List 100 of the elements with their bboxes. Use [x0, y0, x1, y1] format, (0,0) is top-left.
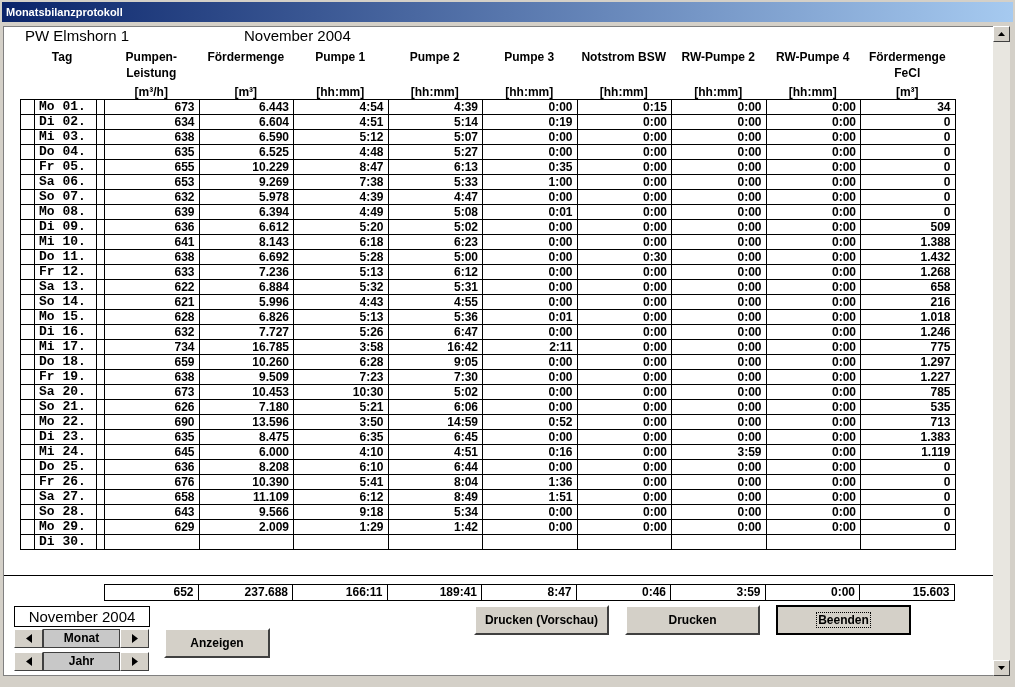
table-cell: 10.229 — [199, 160, 294, 175]
table-cell: 9:05 — [388, 355, 483, 370]
table-cell: 1.268 — [861, 265, 956, 280]
table-cell: 7:23 — [294, 370, 389, 385]
table-cell: 5:31 — [388, 280, 483, 295]
table-cell: 7.180 — [199, 400, 294, 415]
table-cell: 0:00 — [672, 175, 767, 190]
table-cell: 0:00 — [483, 370, 578, 385]
table-cell: 0:00 — [766, 145, 861, 160]
table-cell: 0 — [861, 175, 956, 190]
table-cell: 5.978 — [199, 190, 294, 205]
table-cell: 5:12 — [294, 130, 389, 145]
table-cell: 7.236 — [199, 265, 294, 280]
table-cell: 0:00 — [483, 130, 578, 145]
table-cell: 0:00 — [483, 385, 578, 400]
table-cell: 0:00 — [672, 460, 767, 475]
table-cell: 8.208 — [199, 460, 294, 475]
table-cell: 0:00 — [766, 265, 861, 280]
action-button[interactable]: Anzeigen — [164, 628, 270, 658]
table-cell: 0 — [861, 205, 956, 220]
table-cell: 8:49 — [388, 490, 483, 505]
table-cell: 632 — [105, 190, 200, 205]
table-cell: 3:59 — [672, 445, 767, 460]
table-cell: 5:27 — [388, 145, 483, 160]
table-cell: 0:00 — [577, 220, 672, 235]
table-cell: 5:02 — [388, 220, 483, 235]
table-cell: 6.692 — [199, 250, 294, 265]
scroll-down-button[interactable] — [993, 660, 1010, 676]
table-cell: 7:38 — [294, 175, 389, 190]
table-cell: 4:43 — [294, 295, 389, 310]
table-cell: 0:00 — [766, 250, 861, 265]
table-cell: 0:00 — [577, 115, 672, 130]
table-cell: 0:00 — [483, 505, 578, 520]
table-cell: 633 — [105, 265, 200, 280]
day-cell: Mo 29. — [35, 520, 97, 535]
scroll-up-button[interactable] — [993, 26, 1010, 42]
table-cell: 9.566 — [199, 505, 294, 520]
day-cell: Fr 19. — [35, 370, 97, 385]
action-button[interactable]: Drucken — [625, 605, 760, 635]
table-cell: 8:47 — [294, 160, 389, 175]
column-unit: [hh:mm] — [694, 85, 743, 99]
table-cell: 1:00 — [483, 175, 578, 190]
total-cell: 0:46 — [576, 584, 671, 601]
table-cell: 643 — [105, 505, 200, 520]
vertical-scrollbar[interactable] — [993, 26, 1010, 676]
table-cell: 0:00 — [766, 220, 861, 235]
action-button[interactable]: Beenden — [776, 605, 911, 635]
table-cell: 0:00 — [672, 415, 767, 430]
column-header: Notstrom BSW — [581, 49, 667, 65]
table-cell: 1:51 — [483, 490, 578, 505]
table-cell: 6.443 — [199, 100, 294, 115]
table-cell: 535 — [861, 400, 956, 415]
table-cell: 0:30 — [577, 250, 672, 265]
previous-year-button[interactable] — [14, 652, 43, 671]
month-label: Monat — [43, 629, 120, 648]
next-year-button[interactable] — [120, 652, 149, 671]
table-cell: 0:00 — [672, 190, 767, 205]
table-cell: 0:00 — [766, 460, 861, 475]
table-cell: 6:44 — [388, 460, 483, 475]
table-cell: 8.475 — [199, 430, 294, 445]
station-name: PW Elmshorn 1 — [25, 27, 131, 45]
table-cell: 0:00 — [577, 280, 672, 295]
table-cell: 6.884 — [199, 280, 294, 295]
column-unit: [hh:mm] — [505, 85, 554, 99]
table-cell: 638 — [105, 370, 200, 385]
table-cell: 7:30 — [388, 370, 483, 385]
next-month-button[interactable] — [120, 629, 149, 648]
day-cell: Fr 12. — [35, 265, 97, 280]
table-cell: 0:00 — [766, 520, 861, 535]
column-header: Fördermenge — [207, 49, 285, 65]
table-cell: 4:10 — [294, 445, 389, 460]
table-cell: 0:00 — [672, 115, 767, 130]
table-cell: 0:00 — [483, 235, 578, 250]
table-cell: 0:15 — [577, 100, 672, 115]
table-cell: 621 — [105, 295, 200, 310]
total-cell: 237.688 — [198, 584, 293, 601]
day-cell: Mi 17. — [35, 340, 97, 355]
table-cell: 9.269 — [199, 175, 294, 190]
day-cell: So 14. — [35, 295, 97, 310]
month-field[interactable]: November 2004 — [14, 606, 150, 627]
table-cell: 653 — [105, 175, 200, 190]
day-cell: Do 25. — [35, 460, 97, 475]
table-cell: 0:00 — [672, 370, 767, 385]
table-cell: 0:00 — [766, 430, 861, 445]
table-cell: 5:36 — [388, 310, 483, 325]
table-cell: 4:51 — [388, 445, 483, 460]
table-cell: 0 — [861, 115, 956, 130]
previous-month-button[interactable] — [14, 629, 43, 648]
column-unit: [m³] — [895, 85, 919, 99]
table-cell: 0:00 — [766, 355, 861, 370]
table-cell: 0:00 — [483, 460, 578, 475]
action-button[interactable]: Drucken (Vorschau) — [474, 605, 609, 635]
table-cell: 0 — [861, 505, 956, 520]
table-cell: 673 — [105, 385, 200, 400]
day-cell: Fr 26. — [35, 475, 97, 490]
table-cell: 0:00 — [766, 205, 861, 220]
table-cell: 6.826 — [199, 310, 294, 325]
table-cell: 0 — [861, 130, 956, 145]
table-cell: 11.109 — [199, 490, 294, 505]
table-cell: 6:12 — [388, 265, 483, 280]
